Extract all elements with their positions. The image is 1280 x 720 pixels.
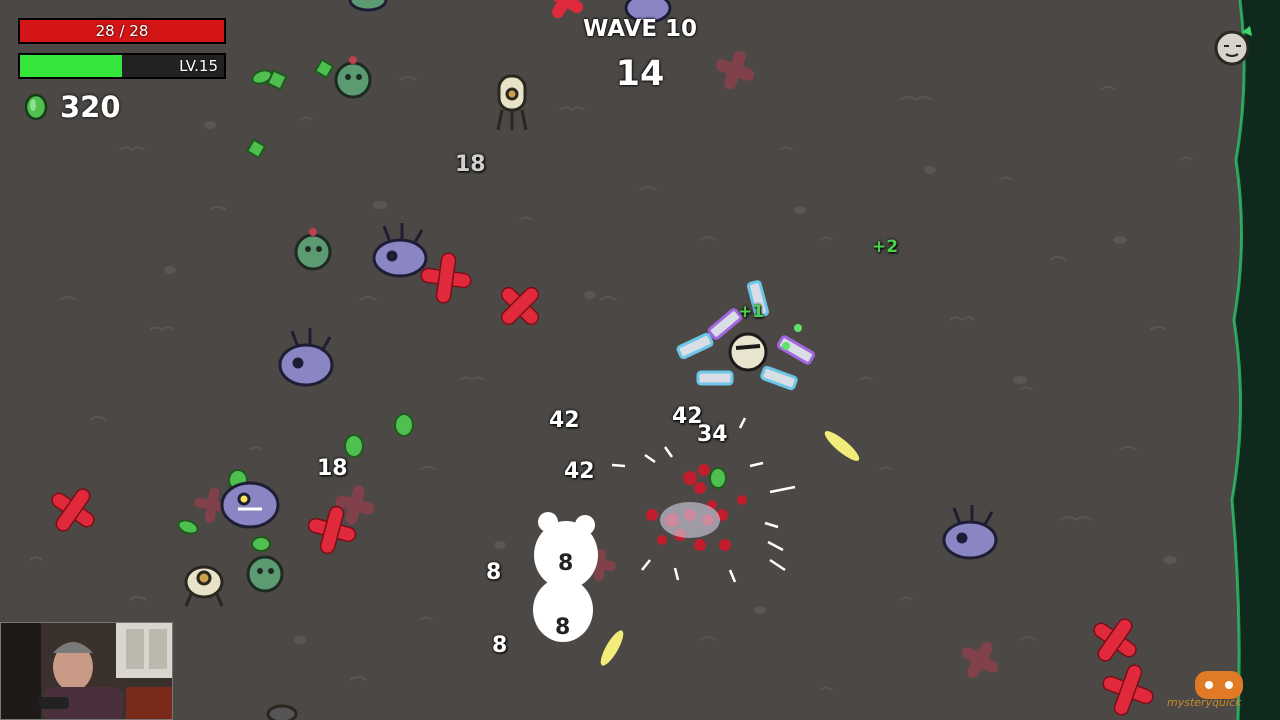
materials-counter: 320 (22, 90, 121, 124)
damage-number: 34 (697, 422, 728, 447)
damage-number: 8 (558, 551, 574, 576)
damage-number: 42 (549, 408, 580, 433)
damage-number: 42 (564, 459, 595, 484)
arena-ground (0, 0, 1280, 720)
wave-timer: 14 (615, 54, 665, 94)
damage-number: 18 (317, 456, 348, 481)
egg-item-icon (1214, 26, 1252, 66)
material-icon (24, 93, 48, 121)
wave-title: WAVE 10 (582, 16, 698, 42)
damage-number: 8 (492, 633, 508, 658)
webcam-feed (1, 623, 172, 719)
channel-logo-text: mysteryquick (1167, 696, 1242, 709)
damage-number: 18 (455, 152, 486, 177)
damage-number: 8 (486, 560, 502, 585)
webcam-overlay (0, 622, 173, 720)
heal-number: +1 (738, 302, 765, 322)
game-viewport[interactable]: 28 / 28 LV.15 320 WAVE 10 14 18 42 42 42… (0, 0, 1280, 720)
materials-count: 320 (60, 90, 121, 124)
damage-number: 8 (555, 615, 571, 640)
heal-number: +2 (872, 237, 899, 257)
channel-logo-icon (1195, 671, 1243, 699)
